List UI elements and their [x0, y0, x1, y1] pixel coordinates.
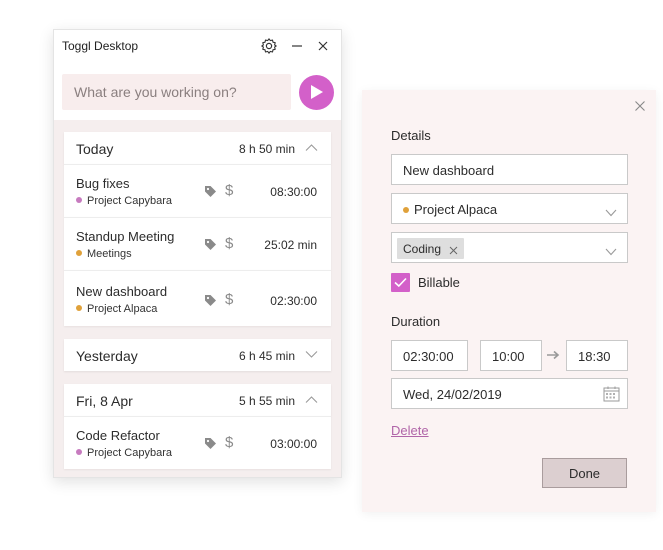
start-time-field[interactable]: 10:00	[480, 340, 542, 371]
timer-description-input[interactable]	[62, 74, 291, 110]
day-header-fri-8-apr[interactable]: Fri, 8 Apr 5 h 55 min	[64, 384, 331, 416]
close-icon[interactable]	[634, 99, 646, 111]
entry-description: Bug fixes	[76, 176, 130, 191]
project-color-dot	[76, 197, 82, 203]
entry-description: New dashboard	[76, 284, 168, 299]
time-entry-list[interactable]: Today 8 h 50 min Bug fixes Project Capyb…	[54, 120, 341, 477]
entry-project: Project Capybara	[76, 195, 172, 207]
tag-icon[interactable]	[204, 294, 217, 307]
billable-dollar-icon[interactable]: $	[225, 292, 237, 308]
tag-chip-label: Coding	[403, 242, 442, 256]
arrow-right-icon	[547, 347, 560, 365]
time-entry[interactable]: Bug fixes Project Capybara $ 08:30:00	[64, 164, 331, 217]
tag-chip: Coding	[397, 238, 464, 259]
entry-project: Meetings	[76, 248, 132, 260]
entry-duration[interactable]: 25:02 min	[264, 238, 317, 252]
chevron-down-icon	[605, 244, 617, 259]
project-color-dot	[76, 305, 82, 311]
day-title: Yesterday	[76, 348, 138, 364]
day-total: 8 h 50 min	[238, 142, 295, 156]
duration-value: 02:30:00	[403, 349, 454, 364]
delete-link[interactable]: Delete	[391, 423, 429, 438]
duration-field[interactable]: 02:30:00	[391, 340, 468, 371]
billable-dollar-icon[interactable]: $	[225, 183, 237, 199]
date-field[interactable]: Wed, 24/02/2019	[391, 378, 628, 409]
done-button[interactable]: Done	[542, 458, 627, 488]
entry-duration[interactable]: 08:30:00	[270, 185, 317, 199]
project-select[interactable]: Project Alpaca	[391, 193, 628, 224]
checkmark-icon	[394, 277, 407, 288]
remove-tag-icon[interactable]	[449, 244, 458, 258]
project-value: Project Alpaca	[403, 202, 497, 217]
day-header-today[interactable]: Today 8 h 50 min	[64, 132, 331, 164]
close-icon[interactable]	[314, 37, 332, 55]
end-time-field[interactable]: 18:30	[566, 340, 628, 371]
entry-duration[interactable]: 03:00:00	[270, 437, 317, 451]
gear-icon[interactable]	[260, 37, 278, 55]
project-name: Project Alpaca	[87, 303, 158, 315]
chevron-up-icon[interactable]	[305, 395, 318, 404]
description-field[interactable]: New dashboard	[391, 154, 628, 185]
billable-dollar-icon[interactable]: $	[225, 435, 237, 451]
end-time-value: 18:30	[578, 349, 611, 364]
tags-select[interactable]: Coding	[391, 232, 628, 263]
tag-icon[interactable]	[204, 238, 217, 251]
project-color-dot	[76, 449, 82, 455]
entry-description: Code Refactor	[76, 428, 160, 443]
project-color-dot	[403, 207, 409, 213]
entry-duration[interactable]: 02:30:00	[270, 294, 317, 308]
date-value: Wed, 24/02/2019	[403, 387, 502, 402]
details-panel: Details New dashboard Project Alpaca Cod…	[362, 90, 656, 512]
chevron-up-icon[interactable]	[305, 143, 318, 152]
start-timer-button[interactable]	[299, 75, 334, 110]
description-value: New dashboard	[403, 163, 495, 178]
project-color-dot	[76, 250, 82, 256]
tag-icon[interactable]	[204, 437, 217, 450]
project-name: Project Capybara	[87, 447, 172, 459]
project-name: Project Capybara	[87, 195, 172, 207]
duration-heading: Duration	[391, 314, 441, 329]
billable-label: Billable	[418, 275, 460, 290]
calendar-icon[interactable]	[603, 386, 620, 405]
tag-icon[interactable]	[204, 185, 217, 198]
day-header-yesterday[interactable]: Yesterday 6 h 45 min	[64, 339, 331, 371]
billable-checkbox[interactable]	[391, 273, 410, 292]
chevron-down-icon[interactable]	[305, 350, 318, 359]
day-title: Today	[76, 141, 114, 157]
day-total: 6 h 45 min	[238, 349, 295, 363]
entry-project: Project Capybara	[76, 447, 172, 459]
start-time-value: 10:00	[492, 349, 525, 364]
play-icon	[311, 85, 323, 99]
minimize-icon[interactable]	[288, 37, 306, 55]
entry-description: Standup Meeting	[76, 229, 175, 244]
app-title: Toggl Desktop	[62, 39, 139, 53]
billable-dollar-icon[interactable]: $	[225, 236, 237, 252]
time-entry[interactable]: New dashboard Project Alpaca $ 02:30:00	[64, 270, 331, 326]
chevron-down-icon	[605, 205, 617, 220]
main-window: Toggl Desktop Today 8 h 50 min Bug fixes…	[53, 29, 342, 478]
entry-project: Project Alpaca	[76, 303, 157, 315]
time-entry[interactable]: Standup Meeting Meetings $ 25:02 min	[64, 217, 331, 270]
project-name: Meetings	[87, 248, 132, 260]
details-heading: Details	[391, 128, 431, 143]
day-total: 5 h 55 min	[238, 394, 295, 408]
day-title: Fri, 8 Apr	[76, 393, 133, 409]
time-entry[interactable]: Code Refactor Project Capybara $ 03:00:0…	[64, 416, 331, 469]
project-name: Project Alpaca	[414, 202, 498, 217]
title-bar: Toggl Desktop	[54, 30, 341, 62]
